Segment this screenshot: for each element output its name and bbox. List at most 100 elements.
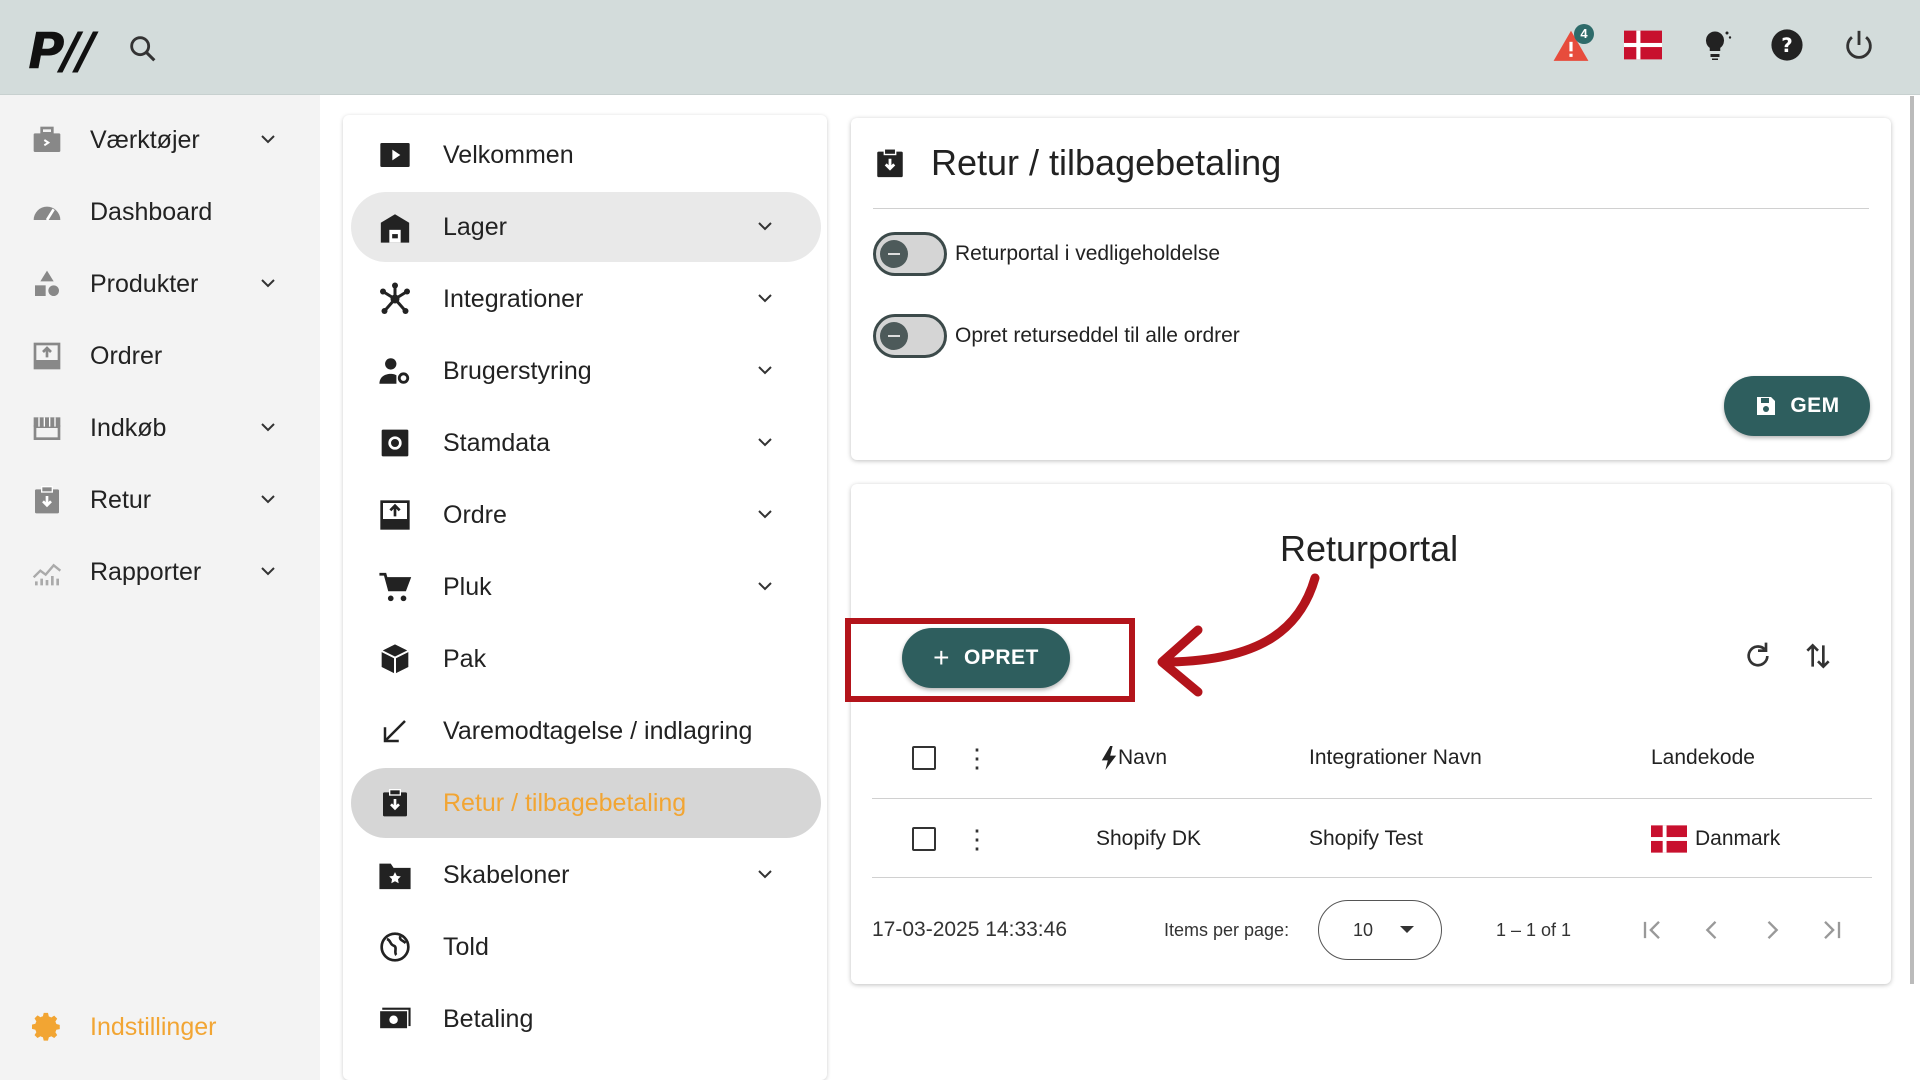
user-settings-icon (375, 351, 415, 391)
chevron-down-icon (256, 487, 280, 518)
save-button[interactable]: GEM (1724, 376, 1870, 436)
submenu-item-stamdata[interactable]: Stamdata (351, 408, 821, 478)
submenu-item-pluk[interactable]: Pluk (351, 552, 821, 622)
timestamp: 17-03-2025 14:33:46 (872, 918, 1067, 941)
sidebar-item-indstillinger[interactable]: Indstillinger (30, 1010, 216, 1044)
submenu-item-label: Retur / tilbagebetaling (443, 788, 687, 817)
last-page-icon[interactable] (1818, 916, 1846, 950)
settings-box-icon (375, 423, 415, 463)
table-header: ⋮ Navn Integrationer Navn Landekode (872, 733, 1872, 783)
select-all-checkbox[interactable] (912, 746, 936, 770)
sidebar-item-label: Indkøb (90, 413, 167, 442)
divider (872, 798, 1872, 799)
column-header-navn[interactable]: Navn (1100, 733, 1167, 783)
submenu-item-label: Integrationer (443, 284, 584, 313)
notification-badge: 4 (1574, 24, 1594, 44)
annotation-arrow (1157, 573, 1320, 697)
submenu-item-velkommen[interactable]: Velkommen (351, 120, 821, 190)
next-page-icon[interactable] (1758, 916, 1786, 950)
chevron-down-icon (256, 271, 280, 302)
submenu-item-label: Varemodtagelse / indlagring (443, 716, 753, 745)
retur-settings-card: Retur / tilbagebetaling Returportal i ve… (851, 118, 1891, 460)
arrow-down-left-icon (375, 711, 415, 751)
refresh-icon[interactable] (1742, 640, 1774, 677)
submenu-item-retur-tilbagebetaling[interactable]: Retur / tilbagebetaling (351, 768, 821, 838)
column-menu-icon[interactable]: ⋮ (964, 733, 990, 783)
submenu-item-told[interactable]: Told (351, 912, 821, 982)
sidebar-item-label: Dashboard (90, 197, 213, 226)
toolbox-icon (30, 123, 64, 157)
pagination-range: 1 – 1 of 1 (1496, 919, 1572, 940)
submenu-item-skabeloner[interactable]: Skabeloner (351, 840, 821, 910)
submenu-item-label: Told (443, 932, 489, 961)
danish-flag-icon[interactable] (1622, 24, 1664, 66)
submenu-item-varemodtagelse[interactable]: Varemodtagelse / indlagring (351, 696, 821, 766)
submenu-item-betaling[interactable]: Betaling (351, 984, 821, 1054)
cash-icon (375, 999, 415, 1039)
items-per-page-label: Items per page: (1164, 919, 1290, 940)
return-slip-toggle[interactable] (873, 314, 947, 358)
submenu-item-brugerstyring[interactable]: Brugerstyring (351, 336, 821, 406)
chevron-down-icon (753, 214, 777, 245)
chevron-down-icon (753, 862, 777, 893)
previous-page-icon[interactable] (1698, 916, 1726, 950)
cell-navn: Shopify DK (1096, 827, 1202, 850)
store-icon (30, 411, 64, 445)
help-icon[interactable]: ? (1766, 24, 1808, 66)
submenu-item-label: Brugerstyring (443, 356, 592, 385)
cell-landekode: Danmark (1651, 814, 1780, 864)
sidebar-item-indkob[interactable]: Indkøb (30, 403, 290, 453)
power-icon[interactable] (1838, 24, 1880, 66)
column-label: Integrationer Navn (1309, 746, 1482, 769)
sidebar-item-label: Produkter (90, 269, 199, 298)
danish-flag-icon (1651, 825, 1687, 853)
submenu-item-pak[interactable]: Pak (351, 624, 821, 694)
chevron-down-icon (256, 127, 280, 158)
lightbulb-icon[interactable] (1694, 24, 1736, 66)
items-per-page-value: 10 (1353, 919, 1374, 940)
column-label: Navn (1118, 746, 1168, 769)
submenu-item-ordre[interactable]: Ordre (351, 480, 821, 550)
submenu-item-lager[interactable]: Lager (351, 192, 821, 262)
sidebar-item-produkter[interactable]: Produkter (30, 259, 290, 309)
speedometer-icon (30, 195, 64, 229)
column-header-integration[interactable]: Integrationer Navn (1309, 733, 1482, 783)
items-per-page-select[interactable]: 10 (1318, 900, 1442, 960)
submenu-item-label: Stamdata (443, 428, 551, 457)
chevron-down-icon (256, 559, 280, 590)
warning-icon[interactable]: 4 (1550, 24, 1594, 66)
clipboard-return-icon (873, 146, 907, 185)
table-footer: 17-03-2025 14:33:46 Items per page: 10 1… (872, 900, 1872, 960)
row-menu-icon[interactable]: ⋮ (964, 814, 990, 864)
settings-label: Indstillinger (90, 1012, 217, 1041)
search-icon[interactable] (126, 32, 160, 66)
divider (872, 877, 1872, 878)
chevron-down-icon (753, 574, 777, 605)
annotation-label: Returportal (1280, 528, 1459, 569)
sort-icon[interactable] (1802, 640, 1834, 677)
folder-star-icon (375, 855, 415, 895)
sidebar-item-label: Ordrer (90, 341, 163, 370)
table-row[interactable]: ⋮ Shopify DK Shopify Test Danmark (872, 814, 1872, 864)
logo[interactable]: P// (28, 22, 95, 80)
first-page-icon[interactable] (1638, 916, 1666, 950)
gear-icon (30, 1010, 64, 1044)
scrollbar[interactable] (1910, 96, 1914, 984)
caret-down-icon (1399, 925, 1415, 935)
submenu-item-label: Skabeloner (443, 860, 570, 889)
row-checkbox[interactable] (912, 827, 936, 851)
settings-submenu: Velkommen Lager Integrationer Brugerstyr… (343, 115, 827, 1080)
submenu-item-integrationer[interactable]: Integrationer (351, 264, 821, 334)
sidebar-item-ordrer[interactable]: Ordrer (30, 331, 290, 381)
submenu-item-label: Ordre (443, 500, 507, 529)
save-label: GEM (1790, 394, 1840, 417)
sidebar-item-dashboard[interactable]: Dashboard (30, 187, 290, 237)
inbox-arrow-icon (375, 495, 415, 535)
sidebar-item-vaerktojer[interactable]: Værktøjer (30, 115, 290, 165)
sidebar-item-rapporter[interactable]: Rapporter (30, 547, 290, 597)
warehouse-icon (375, 207, 415, 247)
sidebar-item-retur[interactable]: Retur (30, 475, 290, 525)
maintenance-toggle[interactable] (873, 232, 947, 276)
column-header-landekode[interactable]: Landekode (1651, 733, 1755, 783)
shapes-icon (30, 267, 64, 301)
